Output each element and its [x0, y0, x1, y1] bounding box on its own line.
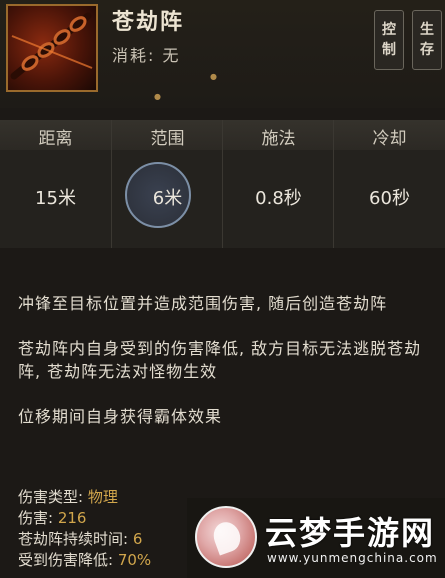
- decor-dot: ●: [154, 92, 161, 101]
- stat-distance: 距离 15米: [0, 120, 111, 248]
- stat-cooldown-value: 60秒: [369, 188, 410, 209]
- stat-cast-label: 施法: [261, 129, 296, 149]
- stat-distance-value: 15米: [35, 188, 76, 209]
- tag-control: 控 制: [374, 10, 404, 70]
- tag-survival-char-2: 存: [420, 42, 434, 58]
- damage-value: 物理: [87, 488, 118, 506]
- stats-panel: 距离 15米 范围 6米 施法 0.8秒 冷却 60秒: [0, 120, 445, 248]
- damage-row: 苍劫阵持续时间: 6: [18, 529, 151, 550]
- stat-cast-value: 0.8秒: [255, 188, 302, 209]
- stat-distance-label: 距离: [38, 129, 73, 149]
- damage-value: 6: [132, 530, 143, 548]
- description-line: 苍劫阵内自身受到的伤害降低, 敌方目标无法逃脱苍劫阵, 苍劫阵无法对怪物生效: [18, 339, 422, 381]
- description-line: 位移期间自身获得霸体效果: [18, 407, 223, 426]
- stat-cooldown: 冷却 60秒: [333, 120, 445, 248]
- damage-key: 伤害类型:: [18, 488, 88, 506]
- damage-key: 苍劫阵持续时间:: [18, 530, 133, 548]
- chain-slash-icon: [6, 4, 98, 92]
- tag-survival: 生 存: [412, 10, 442, 70]
- skill-name: 苍劫阵: [112, 10, 185, 35]
- damage-key: 伤害:: [18, 509, 58, 527]
- stat-range-label: 范围: [150, 129, 185, 149]
- decor-dot: ●: [210, 72, 217, 81]
- skill-header: 苍劫阵 消耗: 无 控 制 生 存 ● ●: [0, 0, 445, 108]
- damage-row: 伤害类型: 物理: [18, 487, 151, 508]
- stat-range: 范围 6米: [111, 120, 223, 248]
- watermark-logo-icon: [195, 506, 257, 568]
- stat-cast: 施法 0.8秒: [222, 120, 334, 248]
- watermark: 云梦手游网 www.yunmengchina.com: [187, 498, 445, 578]
- skill-description: 冲锋至目标位置并造成范围伤害, 随后创造苍劫阵 苍劫阵内自身受到的伤害降低, 敌…: [18, 292, 438, 428]
- stat-cooldown-label: 冷却: [372, 129, 407, 149]
- damage-value: 70%: [117, 551, 152, 569]
- stat-range-value: 6米: [152, 188, 183, 209]
- skill-cost: 消耗: 无: [112, 46, 181, 65]
- damage-key: 受到伤害降低:: [18, 551, 118, 569]
- description-line: 冲锋至目标位置并造成范围伤害, 随后创造苍劫阵: [18, 294, 388, 313]
- watermark-url: www.yunmengchina.com: [267, 551, 438, 565]
- tag-control-char-2: 制: [382, 42, 396, 58]
- tag-survival-char-1: 生: [420, 22, 434, 38]
- damage-row: 伤害: 216: [18, 508, 151, 529]
- damage-row: 受到伤害降低: 70%: [18, 550, 151, 571]
- watermark-text: 云梦手游网: [265, 514, 436, 552]
- damage-value: 216: [57, 509, 87, 527]
- damage-info: 伤害类型: 物理 伤害: 216 苍劫阵持续时间: 6 受到伤害降低: 70%: [18, 487, 151, 571]
- tag-control-char-1: 控: [382, 22, 396, 38]
